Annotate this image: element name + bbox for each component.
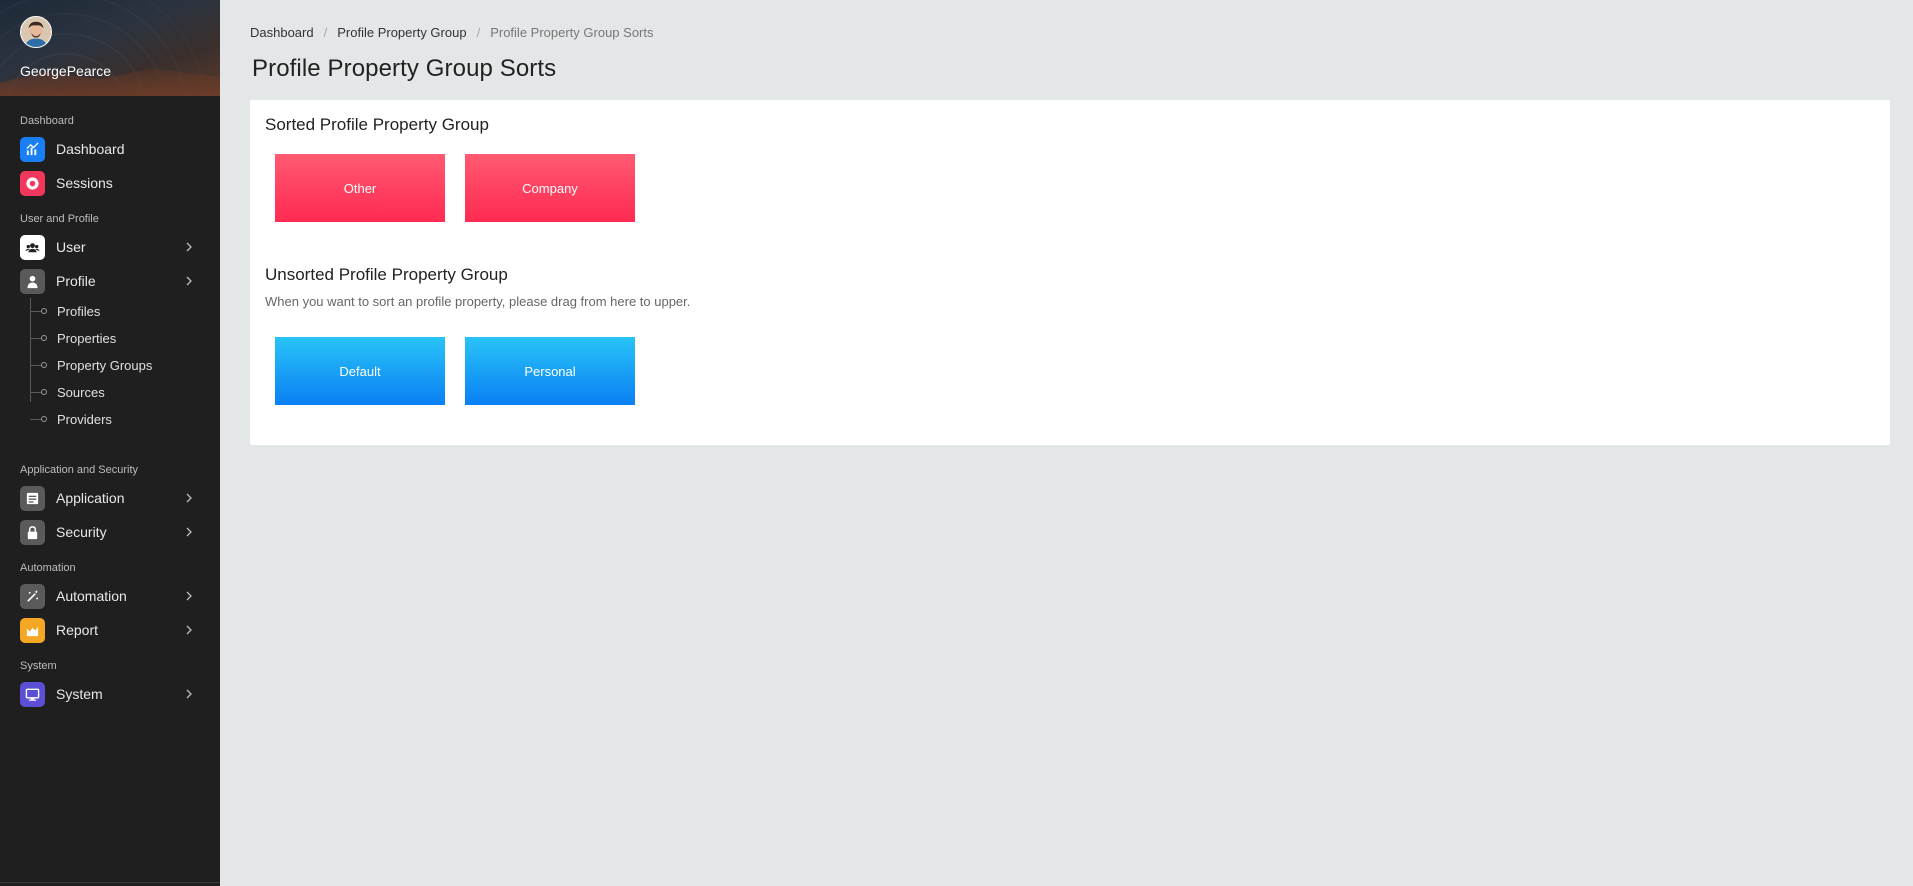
username: GeorgePearce [20, 63, 112, 79]
sidebar-item-dashboard[interactable]: Dashboard [0, 132, 220, 166]
section-label-application-security: Application and Security [20, 464, 139, 476]
monitor-icon [20, 681, 45, 707]
sidebar-item-label: Application [56, 490, 125, 506]
section-label-system: System [20, 660, 57, 672]
chevron-right-icon [184, 527, 194, 537]
sort-card: Sorted Profile Property Group Other Comp… [250, 100, 1890, 445]
sorted-group-item[interactable]: Company [465, 154, 635, 222]
chart-icon [20, 136, 45, 162]
sidebar-subitem-sources[interactable]: Sources [28, 379, 220, 406]
users-icon [20, 234, 45, 260]
main-content: Dashboard / Profile Property Group / Pro… [220, 0, 1913, 886]
sidebar-subitem-property-groups[interactable]: Property Groups [28, 352, 220, 379]
breadcrumb: Dashboard / Profile Property Group / Pro… [250, 22, 1890, 42]
bullet-icon [41, 362, 47, 368]
sidebar-subitem-label: Properties [57, 331, 117, 346]
sidebar-subitem-label: Providers [57, 412, 112, 427]
sidebar-item-system[interactable]: System [0, 677, 220, 711]
person-icon [20, 268, 45, 294]
unsorted-section-title: Unsorted Profile Property Group [265, 265, 508, 284]
page-title: Profile Property Group Sorts [252, 55, 557, 82]
sidebar-item-label: Dashboard [56, 141, 125, 157]
unsorted-group-item[interactable]: Default [275, 337, 445, 405]
sidebar-subitem-label: Profiles [57, 304, 101, 319]
sidebar-subitem-label: Property Groups [57, 358, 153, 373]
breadcrumb-profile-property-group[interactable]: Profile Property Group [337, 25, 466, 40]
unsorted-drag-zone[interactable]: Default Personal [275, 337, 1875, 405]
breadcrumb-current: Profile Property Group Sorts [490, 24, 654, 40]
sidebar-item-user[interactable]: User [0, 230, 220, 264]
bullet-icon [41, 389, 47, 395]
unsorted-group-item[interactable]: Personal [465, 337, 635, 405]
chevron-right-icon [184, 591, 194, 601]
lock-icon [20, 519, 45, 545]
sidebar-item-profile[interactable]: Profile [0, 264, 220, 298]
sidebar-item-label: Sessions [56, 175, 113, 191]
bullet-icon [41, 416, 47, 422]
sidebar-footer-divider [0, 882, 220, 886]
breadcrumb-separator: / [476, 24, 481, 40]
sorted-drop-zone[interactable]: Other Company [275, 154, 1875, 222]
sidebar-item-label: User [56, 239, 86, 255]
sidebar-subitem-profiles[interactable]: Profiles [28, 298, 220, 325]
sorted-section-title: Sorted Profile Property Group [265, 115, 489, 134]
sidebar-item-report[interactable]: Report [0, 613, 220, 647]
chevron-right-icon [184, 493, 194, 503]
drag-hint: When you want to sort an profile propert… [265, 294, 691, 309]
avatar[interactable] [20, 16, 52, 48]
chevron-right-icon [184, 625, 194, 635]
sidebar-item-label: System [56, 686, 103, 702]
section-label-automation: Automation [20, 562, 76, 574]
magic-wand-icon [20, 583, 45, 609]
record-icon [20, 170, 45, 196]
sidebar-item-label: Automation [56, 588, 127, 604]
sidebar-item-label: Profile [56, 273, 96, 289]
section-label-user-profile: User and Profile [20, 213, 99, 225]
breadcrumb-separator: / [323, 24, 328, 40]
sidebar-item-security[interactable]: Security [0, 515, 220, 549]
sidebar-item-automation[interactable]: Automation [0, 579, 220, 613]
bullet-icon [41, 335, 47, 341]
sidebar-nav: Dashboard Dashboard Sessions User and Pr… [0, 96, 220, 711]
sidebar-item-label: Security [56, 524, 107, 540]
sidebar-item-sessions[interactable]: Sessions [0, 166, 220, 200]
sidebar-subitem-properties[interactable]: Properties [28, 325, 220, 352]
sidebar-subitem-providers[interactable]: Providers [28, 406, 220, 433]
bullet-icon [41, 308, 47, 314]
section-label-dashboard: Dashboard [20, 115, 74, 127]
application-icon [20, 485, 45, 511]
sidebar-subitem-label: Sources [57, 385, 105, 400]
area-chart-icon [20, 617, 45, 643]
breadcrumb-dashboard[interactable]: Dashboard [250, 25, 314, 40]
sidebar-item-label: Report [56, 622, 99, 638]
profile-card: GeorgePearce [0, 0, 220, 96]
profile-submenu: Profiles Properties Property Groups Sour… [28, 298, 220, 435]
sorted-group-item[interactable]: Other [275, 154, 445, 222]
sidebar-item-application[interactable]: Application [0, 481, 220, 515]
chevron-right-icon [184, 276, 194, 286]
chevron-right-icon [184, 242, 194, 252]
chevron-right-icon [184, 689, 194, 699]
sidebar: GeorgePearce Dashboard Dashboard Session… [0, 0, 220, 886]
